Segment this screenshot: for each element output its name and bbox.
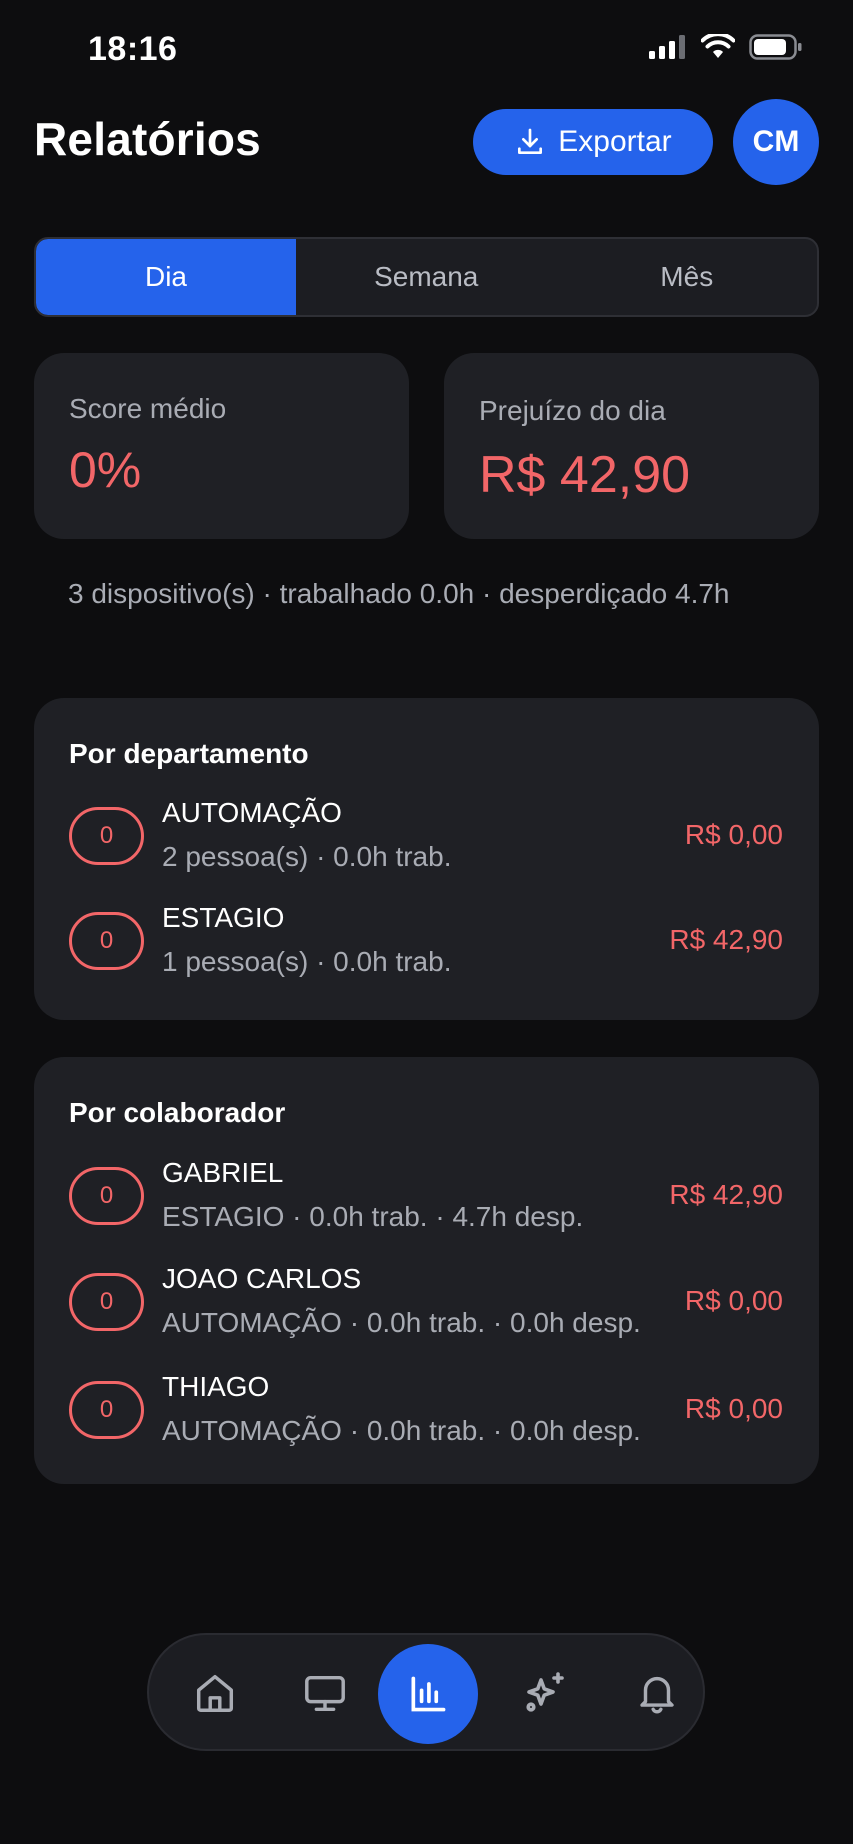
sparkles-icon: [526, 1672, 564, 1712]
score-label: Score médio: [69, 393, 227, 424]
score-pill: 0: [69, 1273, 144, 1331]
section-title: Por colaborador: [69, 1097, 286, 1128]
collaborator-row[interactable]: 0 JOAO CARLOS AUTOMAÇÃO · 0.0h trab. · 0…: [34, 1263, 819, 1353]
nav-notifications[interactable]: [625, 1661, 689, 1725]
department-amount: R$ 0,00: [684, 819, 783, 850]
score-pill: 0: [69, 1167, 144, 1225]
collaborator-details: ESTAGIO · 0.0h trab. · 4.7h desp.: [162, 1201, 584, 1232]
collaborator-amount: R$ 0,00: [684, 1285, 783, 1316]
collaborator-row[interactable]: 0 GABRIEL ESTAGIO · 0.0h trab. · 4.7h de…: [34, 1157, 819, 1247]
department-details: 2 pessoa(s) · 0.0h trab.: [162, 841, 452, 872]
score-card: Score médio 0%: [34, 353, 409, 539]
tab-day[interactable]: Dia: [36, 239, 296, 315]
loss-value: R$ 42,90: [479, 446, 691, 504]
export-label: Exportar: [558, 125, 672, 158]
department-row[interactable]: 0 ESTAGIO 1 pessoa(s) · 0.0h trab. R$ 42…: [34, 902, 819, 992]
score-pill: 0: [69, 807, 144, 865]
collaborator-row[interactable]: 0 THIAGO AUTOMAÇÃO · 0.0h trab. · 0.0h d…: [34, 1371, 819, 1461]
wifi-icon: [701, 34, 735, 58]
export-button[interactable]: Exportar: [473, 109, 713, 175]
section-title: Por departamento: [69, 738, 309, 769]
bell-icon: [640, 1676, 674, 1714]
department-name: AUTOMAÇÃO: [162, 797, 342, 828]
battery-icon: [749, 34, 802, 60]
collaborator-name: JOAO CARLOS: [162, 1263, 362, 1294]
status-icons: [649, 34, 803, 60]
tab-month[interactable]: Mês: [557, 239, 818, 315]
collaborator-section: Por colaborador 0 GABRIEL ESTAGIO · 0.0h…: [34, 1057, 819, 1484]
collaborator-details: AUTOMAÇÃO · 0.0h trab. · 0.0h desp.: [162, 1415, 641, 1446]
department-amount: R$ 42,90: [669, 924, 783, 955]
home-icon: [196, 1674, 234, 1712]
nav-reports[interactable]: [378, 1644, 478, 1744]
department-name: ESTAGIO: [162, 902, 285, 933]
department-section: Por departamento 0 AUTOMAÇÃO 2 pessoa(s)…: [34, 698, 819, 1020]
download-icon: [518, 128, 543, 154]
collaborator-name: GABRIEL: [162, 1157, 284, 1188]
tab-week[interactable]: Semana: [296, 239, 557, 315]
collaborator-name: THIAGO: [162, 1371, 270, 1402]
avatar[interactable]: CM: [733, 99, 819, 185]
loss-label: Prejuízo do dia: [479, 395, 666, 426]
page-title: Relatórios: [34, 113, 261, 165]
signal-icon: [649, 35, 685, 59]
reports-screen: 18:16 Relatórios Exportar CM Dia Semana: [0, 0, 853, 1844]
period-tabs: Dia Semana Mês: [34, 237, 819, 317]
summary-text: 3 dispositivo(s) · trabalhado 0.0h · des…: [68, 578, 730, 609]
nav-home[interactable]: [183, 1661, 247, 1725]
loss-card: Prejuízo do dia R$ 42,90: [444, 353, 819, 539]
nav-devices[interactable]: [293, 1661, 357, 1725]
status-time: 18:16: [88, 30, 178, 68]
department-details: 1 pessoa(s) · 0.0h trab.: [162, 946, 452, 977]
bar-chart-icon: [411, 1676, 446, 1712]
bottom-nav: [147, 1633, 705, 1751]
collaborator-amount: R$ 42,90: [669, 1179, 783, 1210]
nav-insights[interactable]: [513, 1661, 577, 1725]
score-value: 0%: [69, 442, 142, 498]
department-row[interactable]: 0 AUTOMAÇÃO 2 pessoa(s) · 0.0h trab. R$ …: [34, 797, 819, 887]
score-pill: 0: [69, 912, 144, 970]
score-pill: 0: [69, 1381, 144, 1439]
collaborator-details: AUTOMAÇÃO · 0.0h trab. · 0.0h desp.: [162, 1307, 641, 1338]
collaborator-amount: R$ 0,00: [684, 1393, 783, 1424]
monitor-icon: [305, 1675, 345, 1712]
